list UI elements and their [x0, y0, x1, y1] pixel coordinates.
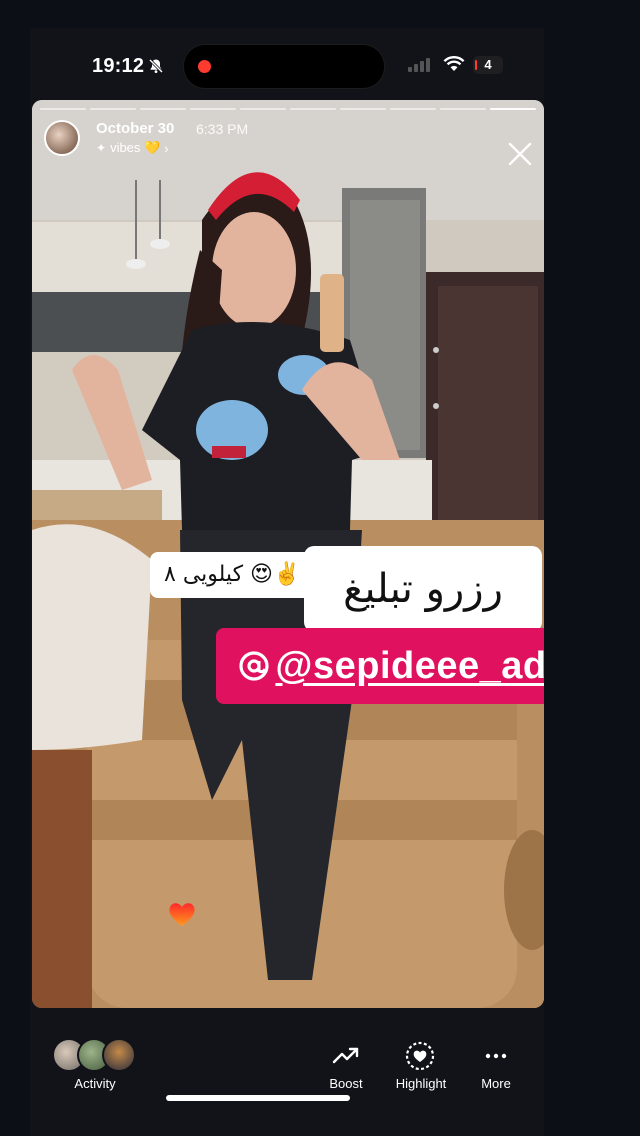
story-header: October 30 6:33 PM ✦ vibes 💛 › — [32, 116, 544, 166]
story-progress-segment — [390, 108, 436, 110]
story-progress-segment — [140, 108, 186, 110]
heart-icon — [169, 903, 195, 926]
battery-level — [475, 60, 477, 70]
battery-icon: 4 — [473, 56, 503, 74]
boost-button[interactable]: Boost — [320, 1076, 372, 1091]
story-progress-segment — [240, 108, 286, 110]
battery-percent: 4 — [484, 57, 492, 72]
threads-icon — [239, 651, 270, 681]
mention-handle: @sepideee_ad — [275, 644, 544, 687]
story-progress-segment — [490, 108, 536, 110]
music-link[interactable]: ✦ vibes 💛 › — [96, 140, 169, 156]
sparkle-icon: ✦ — [96, 141, 107, 155]
story-date: October 30 — [96, 120, 175, 137]
avatar[interactable] — [44, 120, 80, 156]
more-button[interactable]: More — [474, 1076, 518, 1091]
story-progress-segment — [40, 108, 86, 110]
trending-up-icon[interactable] — [328, 1038, 364, 1074]
dynamic-island — [183, 44, 385, 89]
story-progress-segment — [440, 108, 486, 110]
wifi-icon — [443, 56, 465, 71]
activity-button[interactable]: Activity — [58, 1076, 132, 1091]
signal-icon — [408, 58, 430, 72]
highlight-button[interactable]: Highlight — [388, 1076, 454, 1091]
activity-viewers[interactable] — [52, 1038, 138, 1072]
reserve-ad-sticker: رزرو تبلیغ — [304, 546, 542, 632]
story-viewer[interactable]: October 30 6:33 PM ✦ vibes 💛 › ✌️😍 کیلوی… — [32, 100, 544, 1008]
status-time: 19:12 — [92, 55, 145, 77]
story-timestamp: 6:33 PM — [196, 121, 249, 137]
highlight-icon[interactable] — [402, 1038, 438, 1074]
home-indicator[interactable] — [166, 1095, 350, 1101]
viewer-avatar — [102, 1038, 136, 1072]
story-progress-segment — [190, 108, 236, 110]
story-progress-segment — [90, 108, 136, 110]
more-icon[interactable] — [478, 1038, 514, 1074]
bell-slash-icon — [148, 58, 164, 74]
music-label: vibes 💛 — [110, 140, 161, 155]
story-progress-bar — [40, 108, 536, 111]
phone-screen: 19:12 4 October 30 6:33 PM ✦ vibes 💛 › ✌… — [30, 28, 544, 1136]
recording-indicator — [198, 60, 211, 73]
close-icon[interactable] — [506, 140, 534, 168]
story-progress-segment — [290, 108, 336, 110]
story-progress-segment — [340, 108, 386, 110]
chevron-right-icon: › — [164, 140, 169, 156]
status-bar: 19:12 4 — [30, 28, 544, 98]
calorie-sticker: ✌️😍 کیلویی ۸ — [150, 552, 315, 598]
mention-sticker[interactable]: @sepideee_ad — [216, 628, 544, 704]
